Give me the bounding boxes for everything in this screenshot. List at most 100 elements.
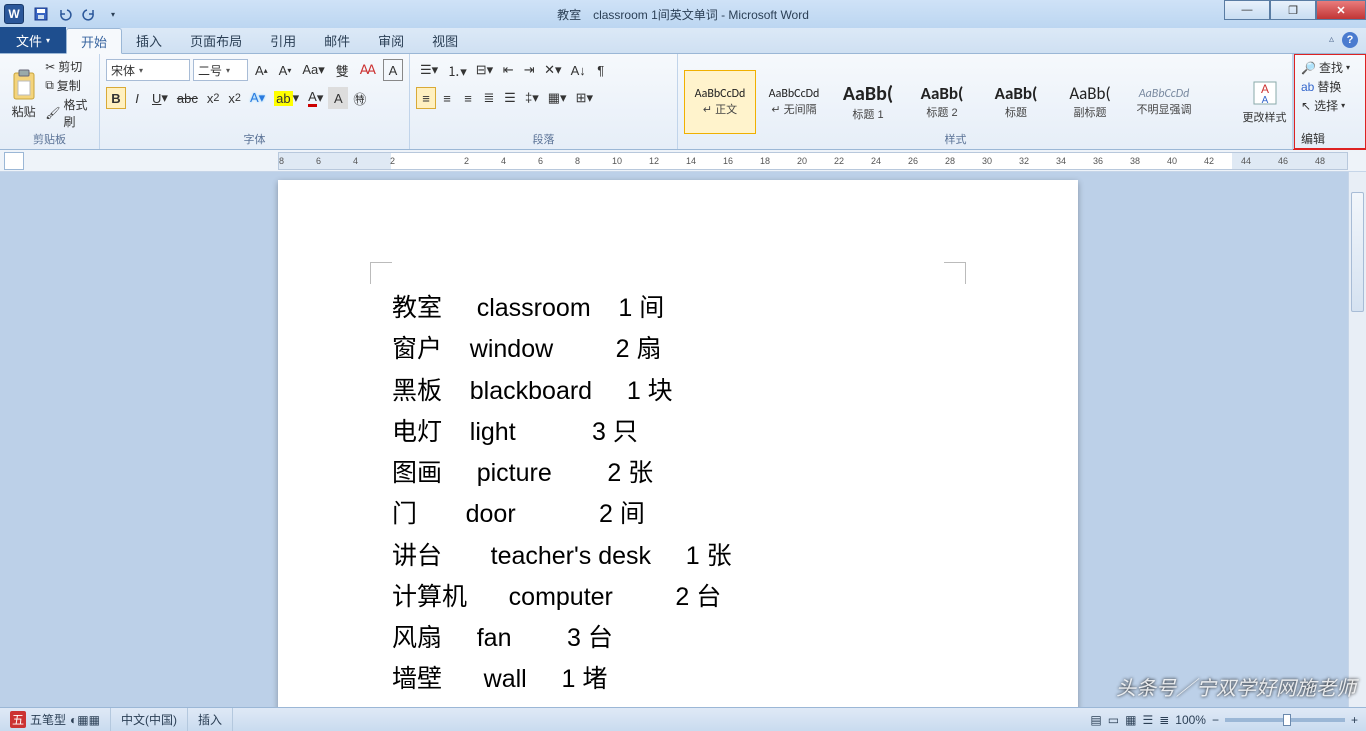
strikethrough-button[interactable]: abc (173, 87, 202, 109)
document-line[interactable]: 窗户 window 2 扇 (392, 329, 964, 370)
maximize-button[interactable]: ❐ (1270, 0, 1316, 20)
bold-button[interactable]: B (106, 87, 126, 109)
document-line[interactable]: 计算机 computer 2 台 (392, 577, 964, 618)
font-size-combo[interactable]: 二号▾ (193, 59, 248, 81)
find-button[interactable]: 🔎查找▾ (1301, 58, 1360, 77)
vertical-scrollbar[interactable] (1348, 172, 1366, 707)
close-button[interactable]: ✕ (1316, 0, 1366, 20)
style-[interactable]: AaBbCcDd↵ 正文 (684, 70, 756, 134)
style-2[interactable]: AaBb(标题 2 (906, 70, 978, 134)
line-spacing-button[interactable]: ‡▾ (521, 87, 543, 109)
document-line[interactable]: 门 door 2 间 (392, 494, 964, 535)
zoom-slider[interactable] (1225, 718, 1345, 722)
paste-button[interactable]: 粘贴 (6, 58, 41, 130)
help-icon[interactable]: ? (1342, 32, 1358, 48)
borders-button[interactable]: ⊞▾ (572, 87, 597, 109)
asian-layout-button[interactable]: ✕▾ (540, 59, 565, 81)
horizontal-ruler[interactable]: 8642246810121416182022242628303234363840… (278, 152, 1348, 170)
change-case-button[interactable]: Aa▾ (298, 59, 328, 81)
zoom-in-button[interactable]: + (1351, 713, 1358, 727)
zoom-level[interactable]: 100% (1175, 713, 1206, 727)
style-[interactable]: AaBbCcDd↵ 无间隔 (758, 70, 830, 134)
justify-button[interactable]: ≣ (479, 87, 499, 109)
multilevel-button[interactable]: ⊟▾ (472, 59, 497, 81)
minimize-ribbon-icon[interactable]: ▵ (1329, 34, 1334, 45)
view-fullscreen-button[interactable]: ▭ (1108, 713, 1119, 727)
show-marks-button[interactable]: ¶ (591, 59, 611, 81)
document-line[interactable]: 电灯 light 3 只 (392, 412, 964, 453)
document-line[interactable]: 墙壁 wall 1 堵 (392, 659, 964, 700)
change-styles-label: 更改样式 (1243, 109, 1287, 125)
style-[interactable]: AaBb(副标题 (1054, 70, 1126, 134)
tab-insert[interactable]: 插入 (122, 27, 176, 53)
undo-button[interactable] (54, 3, 76, 25)
view-draft-button[interactable]: ≣ (1159, 713, 1169, 727)
shading-button[interactable]: ▦▾ (544, 87, 571, 109)
scroll-thumb[interactable] (1351, 192, 1364, 312)
underline-button[interactable]: U▾ (148, 87, 172, 109)
tab-selector[interactable] (4, 152, 24, 170)
clear-format-button[interactable]: Ꜳ (356, 59, 380, 81)
text-effects-button[interactable]: A▾ (246, 87, 269, 109)
word-app-icon: W (4, 4, 24, 24)
view-web-button[interactable]: ▦ (1125, 713, 1136, 727)
tab-references[interactable]: 引用 (256, 27, 310, 53)
margin-corner-tr (944, 262, 966, 284)
copy-button[interactable]: ⧉复制 (45, 77, 93, 94)
insert-mode-indicator[interactable]: 插入 (188, 708, 233, 731)
style-1[interactable]: AaBb(标题 1 (832, 70, 904, 134)
document-line[interactable]: 讲台 teacher's desk 1 张 (392, 536, 964, 577)
font-name-combo[interactable]: 宋体▾ (106, 59, 190, 81)
cut-button[interactable]: ✂剪切 (45, 58, 93, 75)
italic-button[interactable]: I (127, 87, 147, 109)
align-left-button[interactable]: ≡ (416, 87, 436, 109)
view-print-layout-button[interactable]: ▤ (1090, 713, 1101, 727)
redo-button[interactable] (78, 3, 100, 25)
style-[interactable]: AaBb(标题 (980, 70, 1052, 134)
enclose-char-button[interactable]: ㊕ (349, 87, 370, 109)
document-content[interactable]: 教室 classroom 1 间窗户 window 2 扇黑板 blackboa… (392, 288, 964, 701)
document-line[interactable]: 风扇 fan 3 台 (392, 618, 964, 659)
document-line[interactable]: 教室 classroom 1 间 (392, 288, 964, 329)
phonetic-guide-button[interactable]: 雙 (332, 59, 353, 81)
numbering-button[interactable]: ⒈▾ (443, 59, 471, 81)
zoom-out-button[interactable]: − (1212, 713, 1219, 727)
document-line[interactable]: 图画 picture 2 张 (392, 453, 964, 494)
subscript-button[interactable]: x2 (203, 87, 224, 109)
zoom-slider-thumb[interactable] (1283, 714, 1291, 726)
shrink-font-button[interactable]: A▾ (275, 59, 296, 81)
minimize-button[interactable]: — (1224, 0, 1270, 20)
format-painter-button[interactable]: 🖌格式刷 (45, 96, 93, 130)
ime-toggles[interactable]: ◐▦▦ (70, 713, 100, 727)
tab-home[interactable]: 开始 (66, 28, 122, 54)
decrease-indent-button[interactable]: ⇤ (498, 59, 518, 81)
tab-mail[interactable]: 邮件 (310, 27, 364, 53)
language-indicator[interactable]: 中文(中国) (111, 708, 188, 731)
save-button[interactable] (30, 3, 52, 25)
tab-layout[interactable]: 页面布局 (176, 27, 256, 53)
bullets-button[interactable]: ☰▾ (416, 59, 442, 81)
tab-review[interactable]: 审阅 (364, 27, 418, 53)
ime-indicator[interactable]: 五五笔型◐▦▦ (0, 708, 111, 731)
distributed-button[interactable]: ☰ (500, 87, 520, 109)
font-color-button[interactable]: A▾ (304, 87, 327, 109)
tab-view[interactable]: 视图 (418, 27, 472, 53)
superscript-button[interactable]: x2 (224, 87, 245, 109)
align-center-button[interactable]: ≡ (437, 87, 457, 109)
select-button[interactable]: ↖选择▾ (1301, 96, 1360, 115)
replace-button[interactable]: ab替换 (1301, 77, 1360, 96)
grow-font-button[interactable]: A▴ (251, 59, 272, 81)
tab-file[interactable]: 文件▾ (0, 27, 66, 53)
align-right-button[interactable]: ≡ (458, 87, 478, 109)
style-[interactable]: AaBbCcDd不明显强调 (1128, 70, 1200, 134)
character-border-button[interactable]: A (383, 59, 403, 81)
document-line[interactable]: 黑板 blackboard 1 块 (392, 371, 964, 412)
increase-indent-button[interactable]: ⇥ (519, 59, 539, 81)
view-outline-button[interactable]: ☰ (1142, 713, 1153, 727)
qat-customize-button[interactable]: ▾ (102, 3, 124, 25)
sort-button[interactable]: A↓ (567, 59, 590, 81)
page[interactable]: 教室 classroom 1 间窗户 window 2 扇黑板 blackboa… (278, 180, 1078, 707)
character-shading-button[interactable]: A (328, 87, 348, 109)
change-styles-button[interactable]: AA 更改样式 (1237, 54, 1293, 149)
highlight-button[interactable]: ab▾ (270, 87, 303, 109)
